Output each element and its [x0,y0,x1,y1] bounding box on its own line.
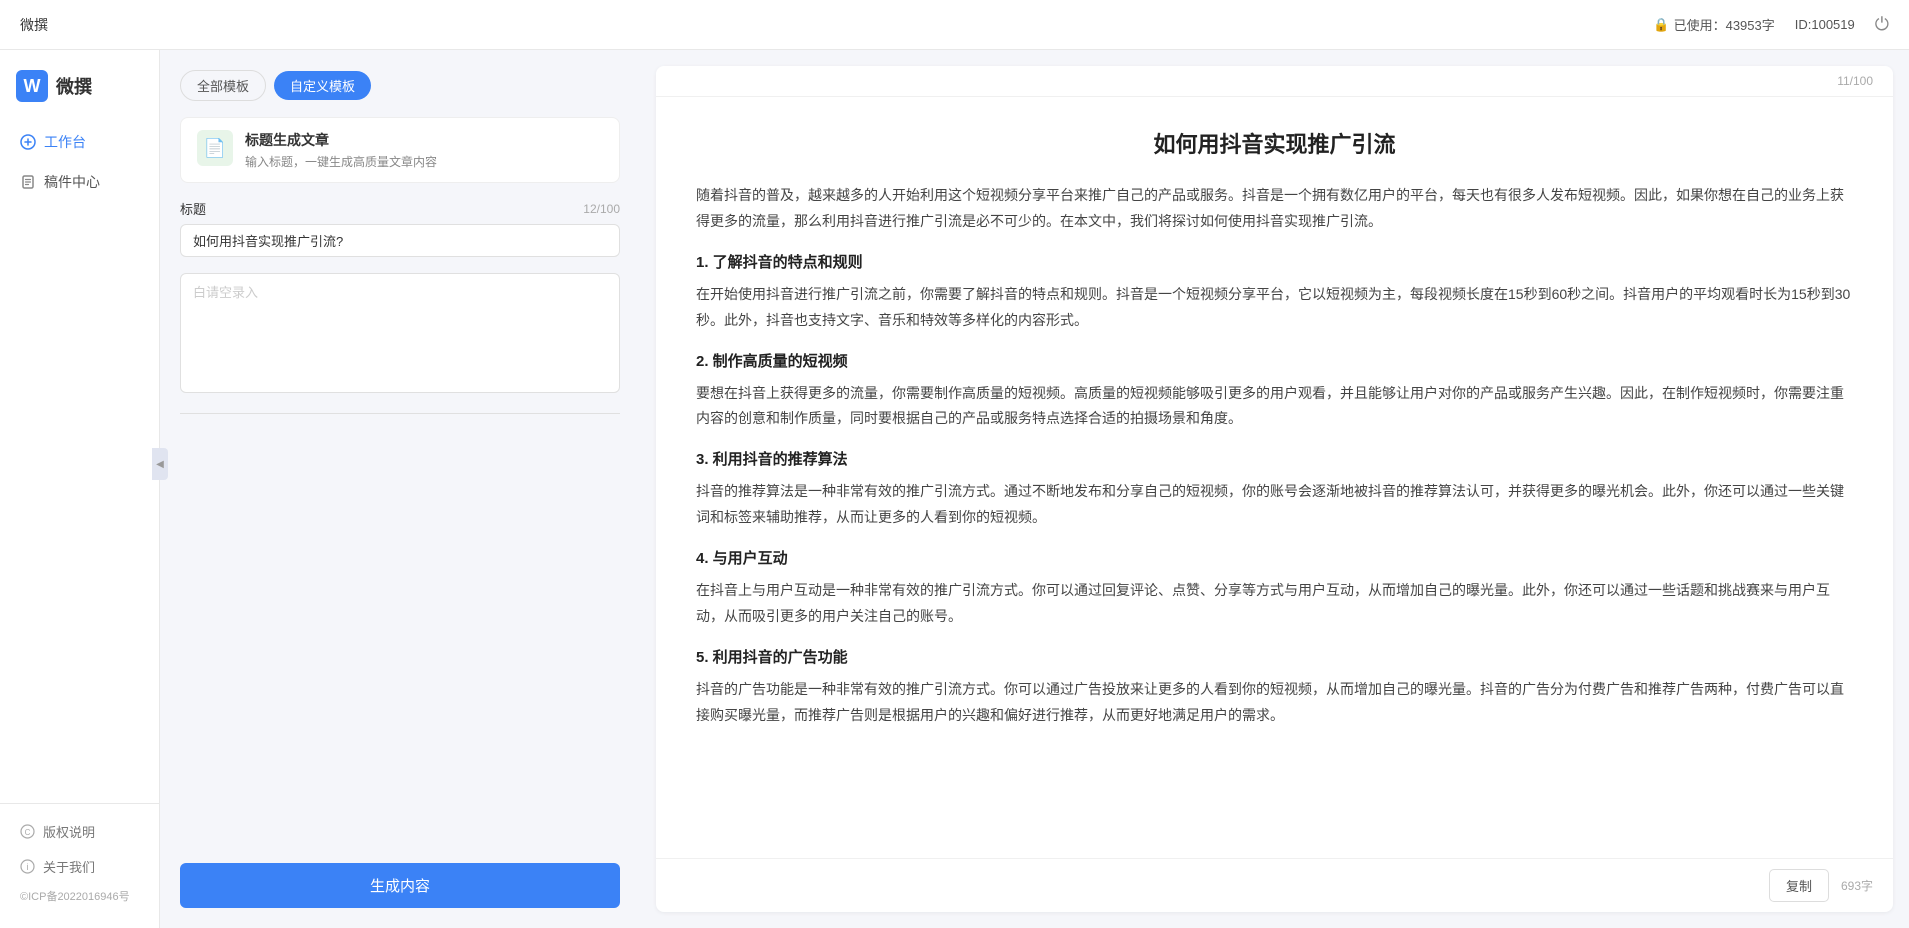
power-button[interactable]: ⏻ [1875,14,1889,35]
section-heading-1: 2. 制作高质量的短视频 [696,350,1853,371]
right-panel-footer: 复制 693字 [656,858,1893,912]
generate-button[interactable]: 生成内容 [180,863,620,908]
sidebar-workbench-label: 工作台 [44,132,86,152]
section-heading-4: 5. 利用抖音的广告功能 [696,646,1853,667]
sidebar-item-drafts[interactable]: 稿件中心 [0,162,159,202]
usage-info: 🔒 已使用：43953字 [1653,15,1774,34]
sidebar-logo: W 微撰 [0,60,159,122]
collapse-sidebar-button[interactable]: ◀ [152,448,168,480]
title-label: 标题 [180,199,206,218]
tab-custom-templates[interactable]: 自定义模板 [274,71,371,100]
title-input[interactable] [180,224,620,257]
sidebar-item-copyright[interactable]: C 版权说明 [0,814,159,849]
template-card-desc: 输入标题，一键生成高质量文章内容 [245,153,437,170]
section-content-2: 抖音的推荐算法是一种非常有效的推广引流方式。通过不断地发布和分享自己的短视频，你… [696,479,1853,531]
sidebar-bottom: C 版权说明 i 关于我们 ©ICP备2022016946号 [0,803,159,918]
section-content-1: 要想在抖音上获得更多的流量，你需要制作高质量的短视频。高质量的短视频能够吸引更多… [696,381,1853,433]
sidebar-drafts-label: 稿件中心 [44,172,100,192]
article-content: 如何用抖音实现推广引流 随着抖音的普及，越来越多的人开始利用这个短视频分享平台来… [656,97,1893,858]
article-title: 如何用抖音实现推广引流 [696,127,1853,159]
article-section-0: 1. 了解抖音的特点和规则 在开始使用抖音进行推广引流之前，你需要了解抖音的特点… [696,251,1853,334]
logo-icon: W [16,70,48,102]
title-label-row: 标题 12/100 [180,199,620,218]
sidebar-item-about[interactable]: i 关于我们 [0,849,159,884]
about-icon: i [20,859,35,874]
template-card-info: 标题生成文章 输入标题，一键生成高质量文章内容 [245,130,437,170]
template-tabs: 全部模板 自定义模板 [180,70,620,101]
about-label: 关于我们 [43,857,95,876]
sidebar-item-workbench[interactable]: 工作台 [0,122,159,162]
content-textarea[interactable] [180,273,620,393]
drafts-icon [20,174,36,190]
usage-label: 已使用：43953字 [1674,15,1775,34]
left-panel: 全部模板 自定义模板 📄 标题生成文章 输入标题，一键生成高质量文章内容 标题 … [160,50,640,928]
content-area: 全部模板 自定义模板 📄 标题生成文章 输入标题，一键生成高质量文章内容 标题 … [160,50,1909,928]
page-count: 11/100 [1837,74,1873,88]
topbar: 微撰 🔒 已使用：43953字 ID:100519 ⏻ [0,0,1909,50]
main-layout: W 微撰 工作台 稿件中心 C [0,50,1909,928]
tab-all-templates[interactable]: 全部模板 [180,70,266,101]
title-count: 12/100 [583,202,620,216]
section-heading-0: 1. 了解抖音的特点和规则 [696,251,1853,272]
topbar-left: 微撰 [20,15,48,35]
section-content-3: 在抖音上与用户互动是一种非常有效的推广引流方式。你可以通过回复评论、点赞、分享等… [696,578,1853,630]
section-heading-2: 3. 利用抖音的推荐算法 [696,448,1853,469]
topbar-right: 🔒 已使用：43953字 ID:100519 ⏻ [1653,14,1889,35]
svg-text:C: C [25,828,31,837]
article-section-1: 2. 制作高质量的短视频 要想在抖音上获得更多的流量，你需要制作高质量的短视频。… [696,350,1853,433]
template-card-icon: 📄 [197,130,233,166]
divider [180,413,620,414]
title-form-section: 标题 12/100 [180,199,620,257]
copyright-label: 版权说明 [43,822,95,841]
article-section-4: 5. 利用抖音的广告功能 抖音的广告功能是一种非常有效的推广引流方式。你可以通过… [696,646,1853,729]
user-id-label: ID:100519 [1795,17,1855,32]
template-card-name: 标题生成文章 [245,130,437,150]
section-heading-3: 4. 与用户互动 [696,547,1853,568]
copy-button[interactable]: 复制 [1769,869,1829,902]
topbar-title: 微撰 [20,15,48,35]
beian-text: ©ICP备2022016946号 [0,884,159,908]
article-section-2: 3. 利用抖音的推荐算法 抖音的推荐算法是一种非常有效的推广引流方式。通过不断地… [696,448,1853,531]
content-form-section [180,273,620,393]
template-card-headline[interactable]: 📄 标题生成文章 输入标题，一键生成高质量文章内容 [180,117,620,183]
section-content-4: 抖音的广告功能是一种非常有效的推广引流方式。你可以通过广告投放来让更多的人看到你… [696,677,1853,729]
lock-icon: 🔒 [1653,17,1669,33]
section-content-0: 在开始使用抖音进行推广引流之前，你需要了解抖音的特点和规则。抖音是一个短视频分享… [696,282,1853,334]
svg-text:i: i [27,862,29,872]
copyright-icon: C [20,824,35,839]
logo-text: 微撰 [56,73,92,99]
right-panel-header: 11/100 [656,66,1893,97]
workbench-icon [20,134,36,150]
article-intro: 随着抖音的普及，越来越多的人开始利用这个短视频分享平台来推广自己的产品或服务。抖… [696,183,1853,235]
logo-icon-text: W [24,76,41,97]
word-count: 693字 [1841,877,1873,894]
right-panel: 11/100 如何用抖音实现推广引流 随着抖音的普及，越来越多的人开始利用这个短… [656,66,1893,912]
sidebar: W 微撰 工作台 稿件中心 C [0,50,160,928]
article-section-3: 4. 与用户互动 在抖音上与用户互动是一种非常有效的推广引流方式。你可以通过回复… [696,547,1853,630]
